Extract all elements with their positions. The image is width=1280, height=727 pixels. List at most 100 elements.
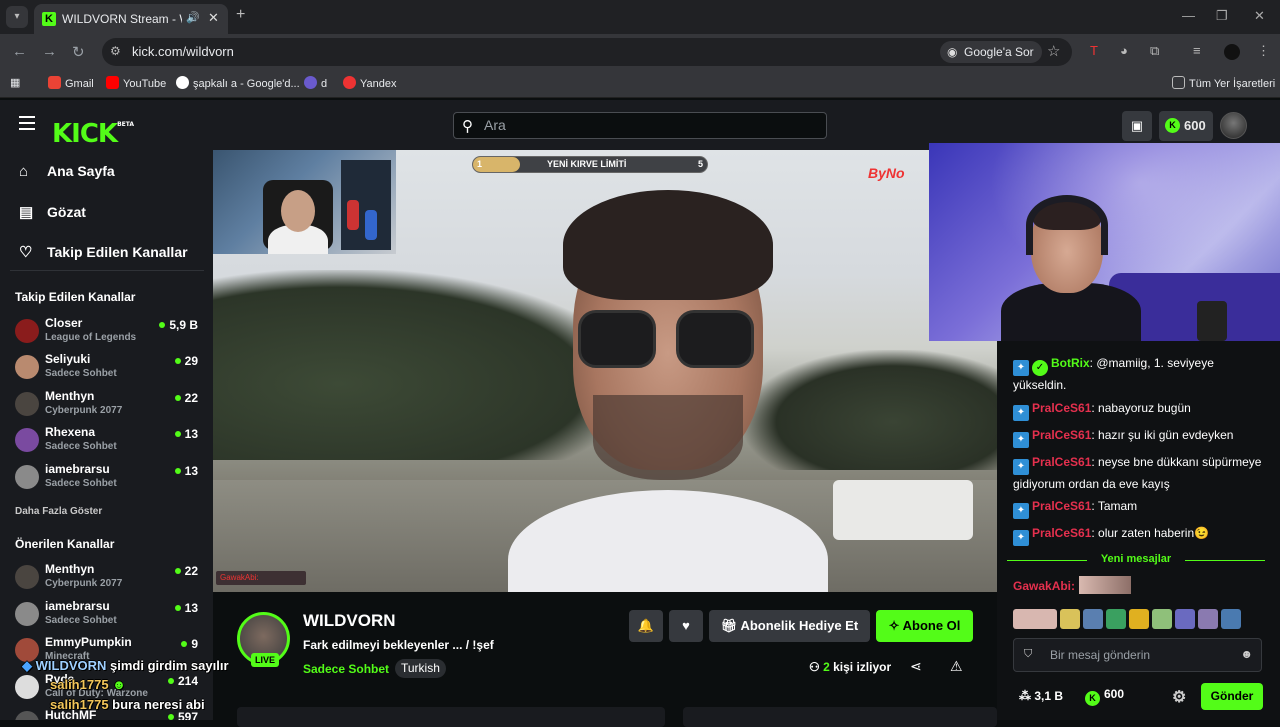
search-box[interactable]: ⚲ (453, 112, 827, 139)
media-control-icon[interactable]: ≡ (1193, 43, 1201, 58)
bookmark-d[interactable]: d (304, 76, 327, 90)
forward-icon[interactable]: → (42, 43, 57, 60)
chat-message: ✦ ✓ BotRix: @mamiig, 1. seviyeye yükseldin… (1013, 356, 1214, 392)
emote (1129, 609, 1149, 629)
info-panel (237, 707, 665, 727)
bookmark-google[interactable]: şapkalı a - Google'd... (176, 76, 300, 90)
chat-username[interactable]: BotRix (1051, 356, 1090, 370)
kicks-balance-button[interactable]: K 600 (1159, 111, 1213, 141)
followed-channel[interactable]: Closer League of Legends 5,9 B (15, 316, 205, 348)
minimize-icon[interactable]: — (1182, 8, 1195, 23)
emote (1152, 609, 1172, 629)
youtube-icon (106, 76, 119, 89)
show-more-link[interactable]: Daha Fazla Göster (15, 506, 102, 517)
extension-icon[interactable]: T (1090, 43, 1098, 58)
send-button[interactable]: Gönder (1201, 683, 1263, 710)
browser-tab[interactable]: K WILDVORN Stream - Watch 🔊 ✕ (34, 4, 228, 34)
bookmark-gmail[interactable]: Gmail (48, 76, 94, 90)
channel-avatar (15, 428, 39, 452)
close-window-icon[interactable]: ✕ (1254, 8, 1265, 24)
channel-avatar (15, 675, 39, 699)
chat-input[interactable] (1050, 648, 1230, 662)
menu-dots-icon[interactable]: ⋮ (1257, 43, 1270, 59)
apps-grid-icon[interactable]: ▦ (10, 76, 20, 89)
stream-info: LIVE WILDVORN Fark edilmeyi bekleyenler … (213, 592, 997, 727)
back-icon[interactable]: ← (12, 43, 27, 60)
hamburger-menu-icon[interactable] (19, 116, 35, 130)
channel-avatar (15, 711, 39, 720)
nav-home[interactable]: ⌂ Ana Sayfa (19, 163, 115, 180)
close-tab-icon[interactable]: ✕ (208, 10, 219, 26)
chat-username[interactable]: PralCeS61 (1032, 526, 1091, 540)
share-icon[interactable]: ⋖ (910, 658, 922, 675)
live-dot-icon (167, 714, 174, 720)
followed-channel[interactable]: Menthyn Cyberpunk 2077 22 (15, 389, 205, 421)
live-dot-icon (159, 322, 166, 328)
report-warning-icon[interactable]: ⚠ (950, 658, 963, 675)
all-bookmarks[interactable]: Tüm Yer İşaretleri (1172, 76, 1275, 90)
kick-logo[interactable]: KICKBETA (52, 112, 134, 147)
badge-icon: ✦ (1013, 405, 1029, 421)
stream-title: Fark edilmeyi bekleyenler ... / !şef (303, 638, 494, 652)
nav-browse[interactable]: ▤ Gözat (19, 203, 86, 221)
badge-icon: ✦ (1013, 459, 1029, 475)
bookmark-star-icon[interactable]: ☆ (1047, 42, 1060, 60)
lens-icon: ◉ (947, 45, 958, 59)
chat-input-box[interactable]: ⛉ ☻ (1013, 638, 1262, 672)
gift-subscription-button[interactable]: 🎁︎ Abonelik Hediye Et (709, 610, 870, 642)
reload-icon[interactable]: ↻ (72, 43, 85, 61)
stream-category[interactable]: Sadece Sohbet (303, 662, 389, 676)
profile-avatar[interactable] (1224, 44, 1240, 60)
chat-username[interactable]: PralCeS61 (1032, 428, 1091, 442)
emote (1221, 609, 1241, 629)
notification-bell-button[interactable]: 🔔 (629, 610, 663, 642)
chat-username[interactable]: GawakAbi: (1013, 579, 1075, 593)
url-text[interactable]: kick.com/wildvorn (132, 44, 234, 59)
channel-avatar (15, 465, 39, 489)
subscribe-button[interactable]: ✧ Abone Ol (876, 610, 973, 642)
streamer-name[interactable]: WILDVORN (303, 611, 396, 631)
followed-channel[interactable]: iamebrarsu Sadece Sohbet 13 (15, 462, 205, 494)
chat-username[interactable]: PralCeS61 (1032, 499, 1091, 513)
kicks-balance[interactable]: K 600 (1085, 687, 1124, 706)
channel-avatar (15, 602, 39, 626)
emote (1106, 609, 1126, 629)
extensions-puzzle-icon[interactable]: ⧉ (1150, 43, 1159, 59)
user-avatar[interactable] (1220, 112, 1247, 139)
overlay-chat-line: ◆ WILDVORN şimdi girdim sayılır (22, 658, 229, 673)
bookmark-yandex[interactable]: Yandex (343, 76, 397, 90)
language-tag[interactable]: Turkish (395, 659, 446, 678)
chat-username[interactable]: PralCeS61 (1032, 401, 1091, 415)
bookmark-youtube[interactable]: YouTube (106, 76, 166, 90)
followed-channel[interactable]: Seliyuki Sadece Sohbet 29 (15, 352, 205, 384)
badge-icon: ✦ (1013, 503, 1029, 519)
omnibox[interactable]: ⚙ kick.com/wildvorn ◉ Google'a Sor ☆ (102, 38, 1072, 66)
nav-following[interactable]: ♡ Takip Edilen Kanallar (19, 243, 188, 261)
google-lens-button[interactable]: ◉ Google'a Sor (940, 41, 1042, 63)
yandex-icon (343, 76, 356, 89)
chat-settings-gear-icon[interactable]: ⚙ (1172, 687, 1186, 707)
new-messages-divider[interactable]: Yeni mesajlar (1007, 553, 1265, 567)
site-info-icon[interactable]: ⚙ (110, 44, 121, 58)
gift-icon: 🎁︎ (720, 618, 741, 633)
new-tab-button[interactable]: + (236, 6, 245, 24)
speaker-icon[interactable]: 🔊 (186, 11, 200, 24)
follow-heart-button[interactable]: ♥ (669, 610, 703, 642)
chat-message: ✦ PralCeS61: olur zaten haberin😉 (1013, 524, 1263, 546)
emoji-icon[interactable]: ☻ (1240, 647, 1253, 661)
channel-points[interactable]: ⁂ 3,1 B (1019, 689, 1063, 703)
tab-title: WILDVORN Stream - Watch (62, 12, 182, 26)
live-dot-icon (174, 431, 181, 437)
followed-channel[interactable]: Rhexena Sadece Sohbet 13 (15, 425, 205, 457)
recommended-channel[interactable]: Menthyn Cyberpunk 2077 22 (15, 562, 205, 594)
extension-icon[interactable]: ◕ (1120, 43, 1128, 58)
divider (10, 270, 204, 271)
tab-search-button[interactable]: ▾ (6, 6, 28, 28)
recommended-channel[interactable]: iamebrarsu Sadece Sohbet 13 (15, 599, 205, 631)
dashboard-icon[interactable]: ▣ (1122, 111, 1152, 141)
google-sor-label: Google'a Sor (964, 45, 1034, 59)
chat-username[interactable]: PralCeS61 (1032, 455, 1091, 469)
shield-icon[interactable]: ⛉ (1024, 648, 1032, 661)
search-input[interactable] (484, 117, 814, 133)
maximize-icon[interactable]: ❐ (1216, 8, 1228, 24)
